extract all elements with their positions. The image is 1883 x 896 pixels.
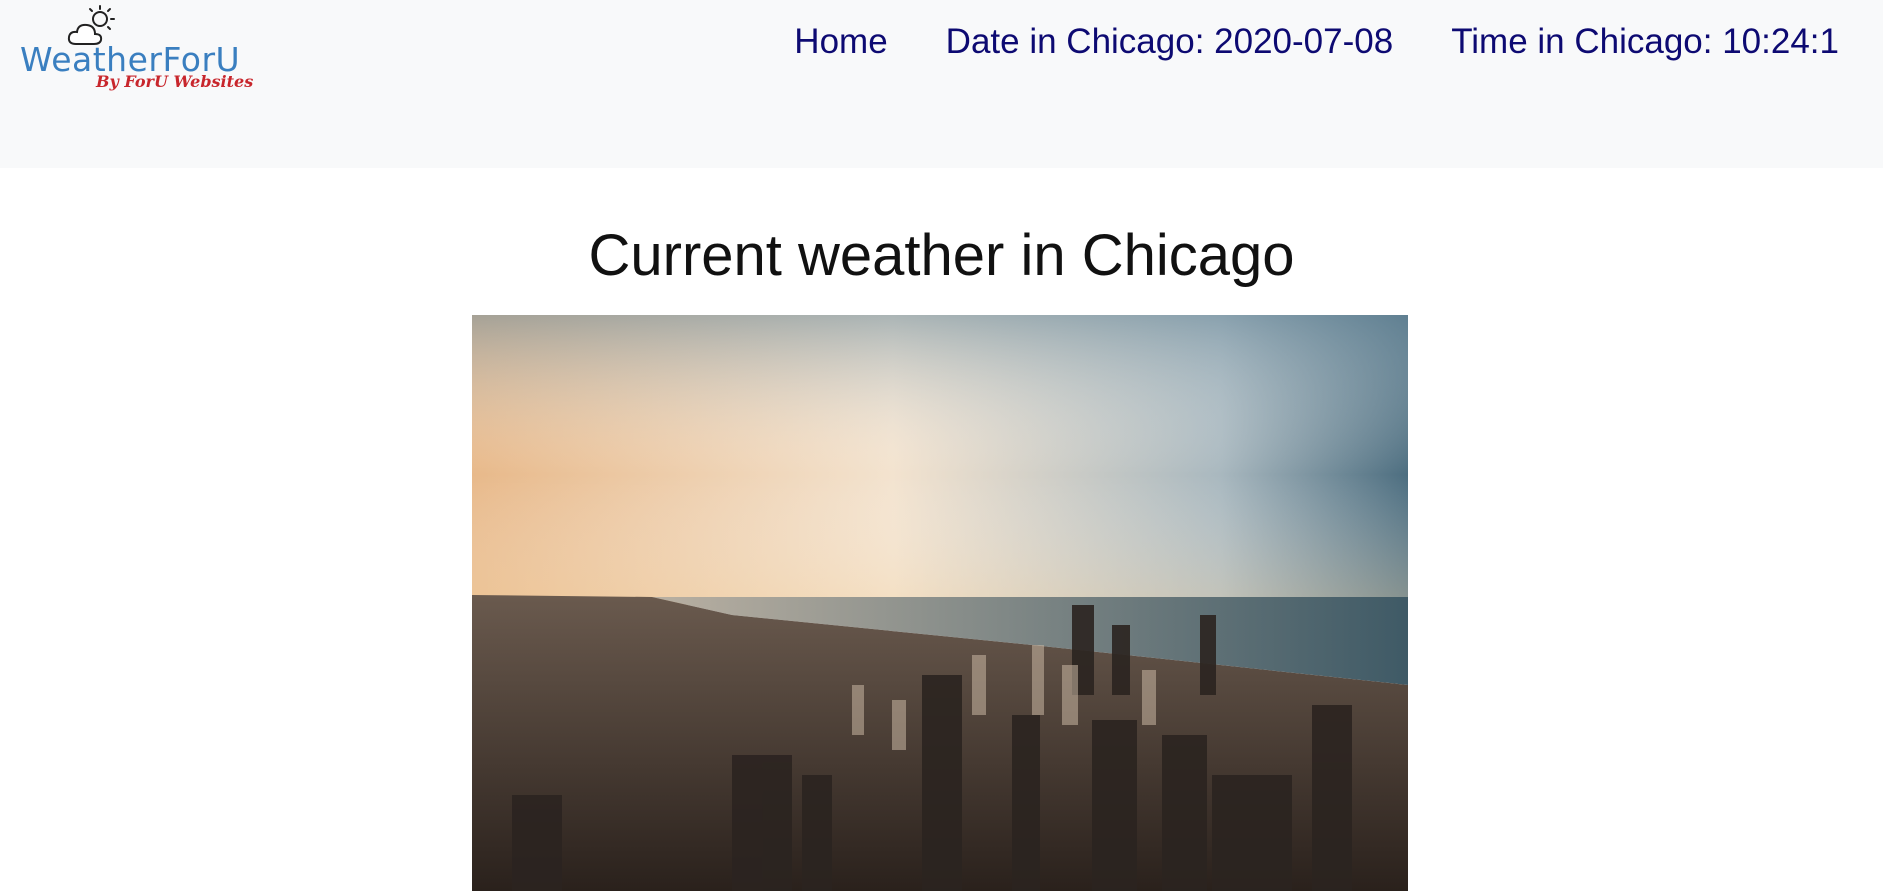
nav-home-link[interactable]: Home	[794, 22, 887, 62]
skyline-illustration	[472, 315, 1408, 891]
brand-tagline: By ForU Websites	[96, 72, 254, 91]
page-title: Current weather in Chicago	[588, 223, 1295, 288]
nav-links: Home Date in Chicago: 2020-07-08 Time in…	[794, 22, 1839, 62]
nav-time-link[interactable]: Time in Chicago: 10:24:1	[1451, 22, 1839, 62]
chicago-skyline-image	[472, 315, 1408, 891]
navbar: WeatherForU By ForU Websites Home Date i…	[0, 0, 1883, 168]
nav-date-link[interactable]: Date in Chicago: 2020-07-08	[946, 22, 1394, 62]
brand-logo[interactable]: WeatherForU By ForU Websites	[20, 4, 254, 94]
